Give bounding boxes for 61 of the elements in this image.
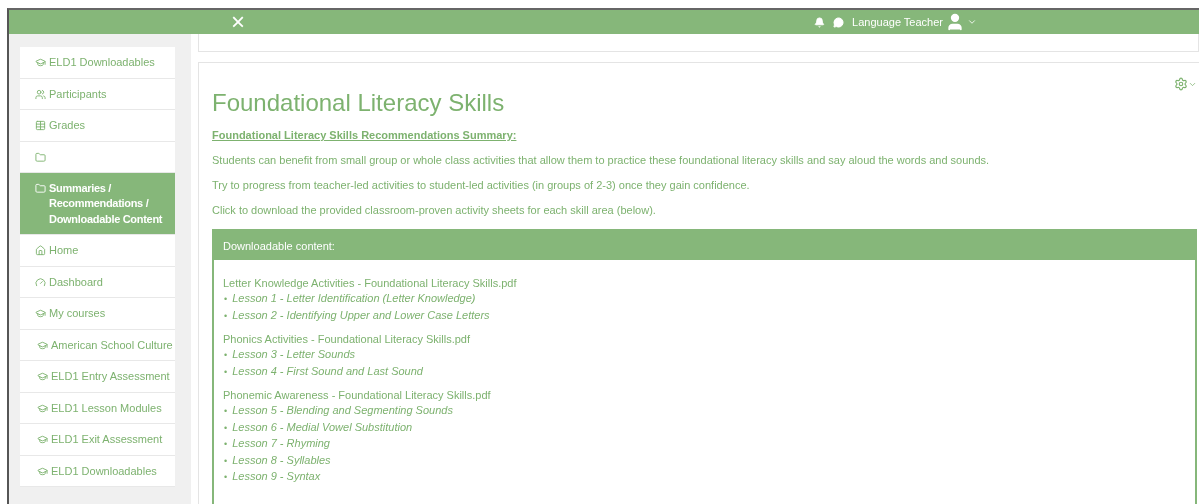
sidebar-item[interactable]: Grades (20, 110, 175, 142)
sidebar-item[interactable] (20, 141, 175, 173)
sidebar-item[interactable]: Summaries / Recommendations / Downloadable Content (20, 172, 175, 235)
user-avatar-icon (945, 12, 965, 32)
user-menu[interactable]: Language Teacher (852, 12, 977, 32)
gauge-icon (35, 276, 46, 288)
sidebar-item[interactable]: My courses (20, 298, 175, 330)
summary-heading: Foundational Literacy Skills Recommendations Summary: (212, 129, 518, 141)
sidebar-item[interactable]: ELD1 Lesson Modules (20, 392, 175, 424)
graduation-cap-icon (37, 465, 48, 477)
paragraph: Click to download the provided classroom-proven activity sheets for each skill area (below). (212, 204, 657, 216)
bullet: • (223, 454, 228, 468)
bullet: • (223, 349, 228, 362)
sidebar-item[interactable]: ELD1 Entry Assessment (20, 361, 175, 393)
graduation-cap-icon (37, 339, 48, 351)
caret-icon (967, 17, 977, 27)
lesson-item: Lesson 1 - Letter Identification (Letter Knowledge) (232, 291, 477, 306)
bullet: • (223, 365, 228, 379)
paragraph: Students can benefit from small group or whole class activities that allow them to practice these foundational literacy skills and say aloud the words and sounds. (212, 154, 991, 166)
lesson-item: Lesson 5 - Blending and Segmenting Sounds (232, 403, 454, 418)
file-link[interactable]: Letter Knowledge Activities - Foundational Literacy Skills.pdf (223, 276, 1186, 291)
bullet: • (223, 405, 228, 418)
sidebar-item[interactable]: American School Culture (20, 329, 175, 361)
users-icon (35, 88, 46, 100)
graduation-cap-icon (37, 434, 48, 445)
home-icon (35, 245, 46, 256)
sidebar-item[interactable]: ELD1 Downloadables (20, 47, 175, 79)
lesson-item: Lesson 4 - First Sound and Last Sound (232, 363, 424, 379)
graduation-cap-icon (37, 402, 48, 414)
folder-icon (35, 182, 46, 194)
bullet: • (223, 421, 228, 435)
graduation-cap-icon (37, 371, 48, 382)
settings-icon (1174, 77, 1188, 91)
close-button[interactable]: × (231, 12, 245, 32)
file-link[interactable]: Phonics Activities - Foundational Literacy Skills.pdf (223, 332, 1186, 347)
bullet: • (223, 309, 228, 323)
panel-heading: Downloadable content: (214, 231, 1195, 260)
sidebar-item[interactable]: ELD1 Exit Assessment (20, 424, 175, 456)
graduation-cap-icon (35, 57, 46, 68)
chat-icon[interactable] (833, 16, 845, 28)
bullet: • (223, 293, 228, 306)
bullet: • (223, 471, 228, 484)
settings-button[interactable] (1174, 77, 1197, 91)
sidebar-item[interactable]: Dashboard (20, 266, 175, 298)
table-icon (35, 120, 46, 131)
lesson-item: Lesson 3 - Letter Sounds (232, 347, 357, 362)
page-title: Foundational Literacy Skills (212, 89, 506, 117)
file-link[interactable]: Phonemic Awareness - Foundational Literacy Skills.pdf (223, 388, 1186, 403)
bullet: • (223, 438, 228, 451)
paragraph: Try to progress from teacher-led activities to student-led activities (in groups of 2-3) once they gain confidence. (212, 179, 751, 191)
sidebar-item[interactable]: Home (20, 235, 175, 267)
lesson-item: Lesson 7 - Rhyming (232, 436, 331, 451)
graduation-cap-icon (35, 308, 46, 319)
sidebar-item[interactable]: ELD1 Downloadables (20, 455, 175, 487)
lesson-item: Lesson 6 - Medial Vowel Substitution (232, 419, 414, 435)
lesson-item: Lesson 9 - Syntax (232, 469, 322, 484)
lesson-item: Lesson 8 - Syllables (232, 452, 332, 468)
folder-icon (35, 151, 46, 163)
sidebar-item[interactable]: Participants (20, 78, 175, 110)
lesson-item: Lesson 2 - Identifying Upper and Lower Case Letters (232, 307, 491, 323)
bell-icon[interactable] (814, 16, 826, 28)
